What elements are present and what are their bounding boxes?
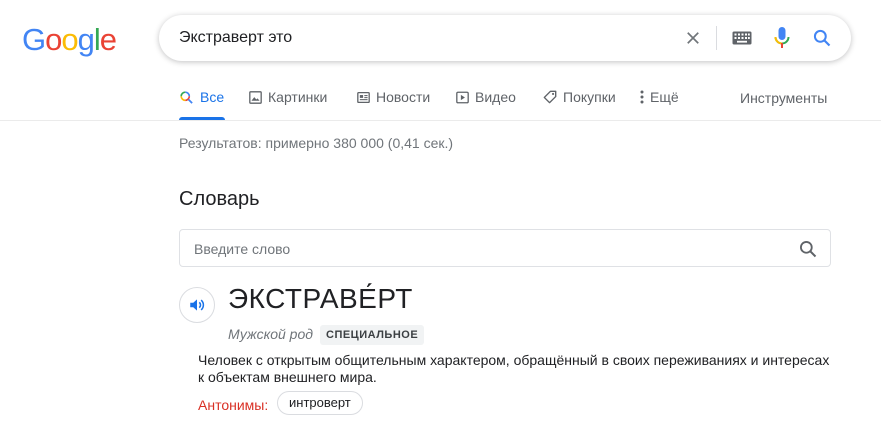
google-logo[interactable]: Google xyxy=(22,22,117,58)
logo-letter: o xyxy=(45,22,62,57)
dictionary-title: Словарь xyxy=(179,188,260,210)
logo-letter: g xyxy=(77,22,95,57)
tools-button[interactable]: Инструменты xyxy=(740,90,827,106)
word-definition: Человек с открытым общительным характеро… xyxy=(198,352,830,385)
tag-icon xyxy=(543,90,557,104)
tab-label: Все xyxy=(200,89,225,105)
logo-letter: G xyxy=(22,22,46,57)
more-vert-icon xyxy=(640,90,644,104)
dictionary-search-box[interactable] xyxy=(179,229,831,267)
search-icon[interactable] xyxy=(798,239,818,264)
usage-badge: СПЕЦИАЛЬНОЕ xyxy=(320,325,425,345)
tab-more[interactable]: Ещё xyxy=(640,89,679,105)
dictionary-word-input[interactable] xyxy=(194,239,754,259)
tab-label: Покупки xyxy=(563,89,616,105)
search-divider xyxy=(716,26,717,50)
tab-shopping[interactable]: Покупки xyxy=(543,89,616,105)
dictionary-headword: ЭКСТРАВЕ́РТ xyxy=(228,283,413,314)
tab-label: Новости xyxy=(376,89,431,105)
search-input[interactable]: Экстраверт это xyxy=(179,29,292,47)
result-stats: Результатов: примерно 380 000 (0,41 сек.… xyxy=(179,135,454,151)
tab-images[interactable]: Картинки xyxy=(249,89,327,105)
mic-icon[interactable] xyxy=(767,15,797,61)
tab-news[interactable]: Новости xyxy=(357,89,430,105)
pronunciation-button[interactable] xyxy=(179,287,215,323)
keyboard-icon[interactable] xyxy=(727,15,757,61)
tab-label: Видео xyxy=(475,89,516,105)
tab-video[interactable]: Видео xyxy=(456,89,516,105)
logo-letter: e xyxy=(99,22,117,57)
search-icon[interactable] xyxy=(807,15,837,61)
word-gender: Мужской род xyxy=(228,326,313,342)
search-icon xyxy=(180,90,193,104)
play-icon xyxy=(456,91,469,103)
tab-label: Ещё xyxy=(650,89,679,105)
tabs-divider xyxy=(0,120,881,121)
close-icon[interactable] xyxy=(677,15,709,61)
speaker-icon xyxy=(190,299,205,311)
antonym-chip[interactable]: интроверт xyxy=(277,391,363,415)
search-box[interactable]: Экстраверт это xyxy=(159,15,851,61)
tab-all[interactable]: Все xyxy=(179,89,224,105)
news-icon xyxy=(357,91,370,103)
image-icon xyxy=(249,90,262,104)
tab-label: Картинки xyxy=(268,89,328,105)
logo-letter: o xyxy=(61,22,78,57)
antonyms-label: Антонимы: xyxy=(198,397,269,413)
